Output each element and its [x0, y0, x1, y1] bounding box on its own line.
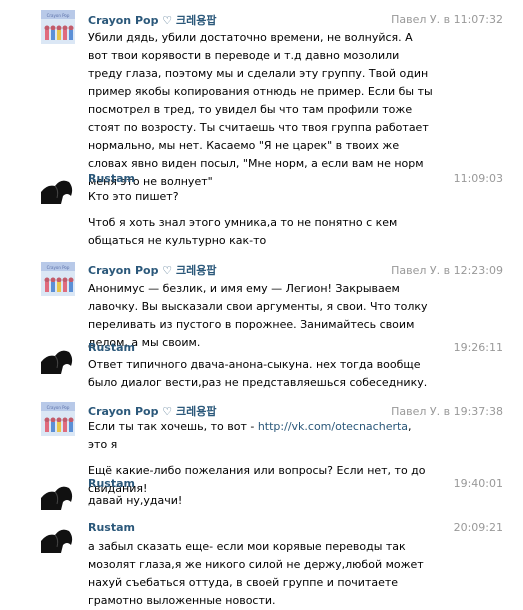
message-text: Кто это пишет? Чтоб я хоть знал этого ум… — [88, 188, 433, 250]
message-text: Убили дядь, убили достаточно времени, не… — [88, 29, 433, 191]
message-text: Ответ типичного двача-анона-сыкуна. нех … — [88, 356, 433, 392]
author-name[interactable]: Rustam — [88, 477, 135, 490]
reply-to[interactable]: Павел У. в — [391, 13, 450, 26]
user-avatar[interactable] — [41, 476, 75, 510]
author-name[interactable]: Crayon Pop ♡ 크레용팝 — [88, 12, 216, 28]
message-text: давай ну,удачи! — [88, 492, 433, 510]
message-paragraph: Кто это пишет? — [88, 190, 179, 203]
group-avatar[interactable]: Crayon Pop — [41, 10, 75, 44]
message-paragraph: давай ну,удачи! — [88, 494, 183, 507]
message-paragraph: а забыл сказать еще- если мои корявые пе… — [88, 540, 424, 607]
message-meta: Павел У. в 12:23:09 — [391, 264, 503, 277]
message-time[interactable]: 12:23:09 — [454, 264, 503, 277]
author-name[interactable]: Rustam — [88, 521, 135, 534]
message-time[interactable]: 20:09:21 — [454, 521, 503, 534]
message-paragraph: Ответ типичного двача-анона-сыкуна. нех … — [88, 358, 428, 389]
message-text: Анонимус — безлик, и имя ему — Легион! З… — [88, 280, 433, 352]
message-time[interactable]: 19:37:38 — [454, 405, 503, 418]
message-text: а забыл сказать еще- если мои корявые пе… — [88, 538, 433, 610]
message-meta: 19:40:01 — [454, 477, 503, 490]
reply-to[interactable]: Павел У. в — [391, 405, 450, 418]
author-name[interactable]: Crayon Pop ♡ 크레용팝 — [88, 403, 216, 419]
author-name[interactable]: Rustam — [88, 341, 135, 354]
message-meta: Павел У. в 11:07:32 — [391, 13, 503, 26]
message-text: Если ты так хочешь, то вот - http://vk.c… — [88, 418, 433, 498]
svg-text:Crayon Pop: Crayon Pop — [47, 13, 70, 18]
message-time[interactable]: 11:07:32 — [454, 13, 503, 26]
message-meta: Павел У. в 19:37:38 — [391, 405, 503, 418]
profile-link[interactable]: http://vk.com/otecnacherta — [258, 420, 408, 433]
message-meta: 20:09:21 — [454, 521, 503, 534]
message-time[interactable]: 19:40:01 — [454, 477, 503, 490]
author-name[interactable]: Rustam — [88, 172, 135, 185]
author-name[interactable]: Crayon Pop ♡ 크레용팝 — [88, 262, 216, 278]
group-avatar[interactable]: Crayon Pop — [41, 262, 75, 296]
svg-text:Crayon Pop: Crayon Pop — [47, 265, 70, 270]
message-time[interactable]: 19:26:11 — [454, 341, 503, 354]
message-paragraph: Убили дядь, убили достаточно времени, не… — [88, 31, 433, 188]
reply-to[interactable]: Павел У. в — [391, 264, 450, 277]
message-paragraph: Анонимус — безлик, и имя ему — Легион! З… — [88, 282, 428, 349]
user-avatar[interactable] — [41, 170, 75, 204]
group-avatar[interactable]: Crayon Pop — [41, 402, 75, 436]
svg-text:Crayon Pop: Crayon Pop — [47, 405, 70, 410]
message-paragraph: Если ты так хочешь, то вот - http://vk.c… — [88, 418, 433, 454]
message-paragraph: Чтоб я хоть знал этого умника,а то не по… — [88, 216, 398, 247]
link-prefix: Если ты так хочешь, то вот - — [88, 420, 258, 433]
user-avatar[interactable] — [41, 340, 75, 374]
message-time[interactable]: 11:09:03 — [454, 172, 503, 185]
user-avatar[interactable] — [41, 519, 75, 553]
message-meta: 11:09:03 — [454, 172, 503, 185]
message-meta: 19:26:11 — [454, 341, 503, 354]
